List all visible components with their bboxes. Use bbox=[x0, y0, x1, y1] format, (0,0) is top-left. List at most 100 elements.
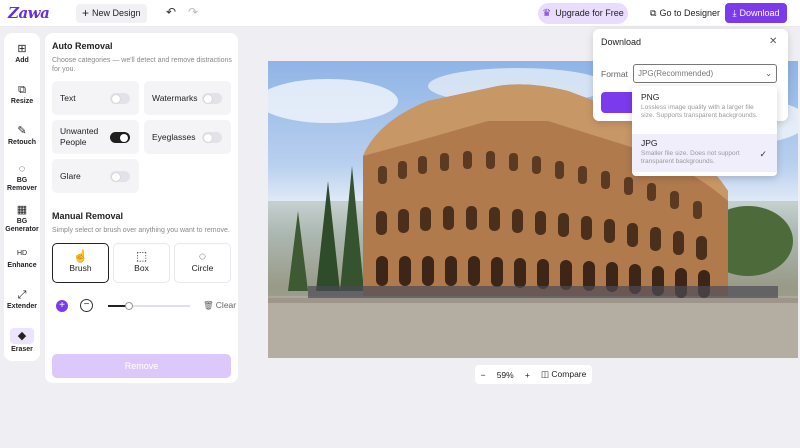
zoom-level: 59% bbox=[496, 369, 514, 380]
format-option-png[interactable]: PNG Lossless image quality with a larger… bbox=[632, 92, 777, 132]
zoom-bar: − 59% + ◫ Compare bbox=[475, 365, 592, 384]
option-glare[interactable]: Glare bbox=[52, 159, 139, 193]
remove-button[interactable]: Remove bbox=[52, 354, 231, 378]
tool-label: BG Generator bbox=[5, 218, 39, 233]
eraser-panel: Auto Removal Choose categories — we'll d… bbox=[45, 33, 238, 383]
tool-enhance[interactable]: HD Enhance bbox=[4, 248, 40, 269]
designer-icon: ⧉ bbox=[650, 8, 657, 18]
trash-icon: 🗑 bbox=[203, 300, 214, 310]
manual-removal-title: Manual Removal bbox=[52, 211, 124, 221]
option-unwanted-people[interactable]: Unwanted People bbox=[52, 120, 139, 154]
zoom-out-button[interactable]: − bbox=[481, 370, 486, 380]
brush-size-decrease-icon[interactable]: − bbox=[80, 299, 93, 312]
tool-retouch[interactable]: ✎ Retouch bbox=[4, 125, 40, 146]
brush-size-slider[interactable] bbox=[108, 302, 190, 310]
tool-extender[interactable]: ⤢ Extender bbox=[4, 289, 40, 310]
option-watermarks[interactable]: Watermarks bbox=[144, 81, 231, 115]
chevron-down-icon: ⌄ bbox=[765, 69, 772, 78]
toggle-text[interactable] bbox=[110, 93, 130, 104]
tool-label: Add bbox=[15, 57, 29, 64]
redo-icon[interactable]: ↷ bbox=[188, 5, 198, 19]
hand-icon: ☝ bbox=[73, 249, 88, 263]
format-option-desc: Lossless image quality with a larger fil… bbox=[641, 104, 758, 119]
upgrade-button[interactable]: ♛ Upgrade for Free bbox=[538, 3, 628, 24]
eraser-icon: ◆ bbox=[10, 328, 34, 344]
new-design-label: New Design bbox=[92, 8, 141, 18]
tool-resize[interactable]: ⧉ Resize bbox=[4, 84, 40, 105]
dialog-title: Download bbox=[601, 37, 642, 47]
go-to-designer-button[interactable]: ⧉ Go to Designer bbox=[646, 4, 724, 23]
manual-removal-desc: Simply select or brush over anything you… bbox=[52, 227, 230, 234]
download-button[interactable]: ⤓ Download bbox=[725, 3, 787, 23]
crown-icon: ♛ bbox=[542, 8, 552, 19]
toggle-unwanted-people[interactable] bbox=[110, 132, 130, 143]
toggle-glare[interactable] bbox=[110, 171, 130, 182]
circle-icon: ◌ bbox=[198, 249, 207, 263]
bg-remover-icon: ◌ bbox=[18, 163, 26, 175]
clear-label: Clear bbox=[215, 300, 237, 310]
format-option-name: JPG bbox=[641, 138, 658, 148]
tool-rail: ⊞ Add ⧉ Resize ✎ Retouch ◌ BG Remover ▦ … bbox=[4, 33, 40, 361]
format-recommended-note: (Recommended) bbox=[653, 69, 714, 78]
mode-label: Circle bbox=[191, 263, 214, 273]
download-label: Download bbox=[739, 8, 780, 18]
tool-label: Enhance bbox=[7, 262, 37, 269]
format-label: Format bbox=[601, 69, 628, 79]
option-label: Glare bbox=[60, 171, 81, 181]
upgrade-label: Upgrade for Free bbox=[555, 8, 624, 18]
tool-add[interactable]: ⊞ Add bbox=[4, 43, 40, 64]
clear-button[interactable]: 🗑 Clear bbox=[203, 300, 236, 311]
add-icon: ⊞ bbox=[17, 43, 27, 55]
toggle-watermarks[interactable] bbox=[202, 93, 222, 104]
option-label: Text bbox=[60, 93, 76, 103]
mode-label: Brush bbox=[69, 263, 92, 273]
slider-thumb[interactable] bbox=[124, 302, 133, 310]
format-option-desc: Smaller file size. Does not support tran… bbox=[641, 150, 740, 165]
mode-brush[interactable]: ☝ Brush bbox=[52, 243, 109, 283]
close-icon[interactable]: ✕ bbox=[769, 36, 777, 47]
tool-label: Eraser bbox=[11, 346, 33, 353]
compare-button[interactable]: ◫ Compare bbox=[541, 369, 586, 380]
mode-circle[interactable]: ◌ Circle bbox=[174, 243, 231, 283]
tool-bg-generator[interactable]: ▦ BG Generator bbox=[4, 204, 40, 234]
undo-icon[interactable]: ↶ bbox=[166, 5, 176, 19]
brush-size-increase-icon[interactable]: + bbox=[56, 300, 68, 312]
tool-label: Resize bbox=[10, 98, 34, 105]
format-dropdown: PNG Lossless image quality with a larger… bbox=[632, 86, 777, 176]
option-eyeglasses[interactable]: Eyeglasses bbox=[144, 120, 231, 154]
go-to-designer-label: Go to Designer bbox=[659, 8, 720, 18]
download-icon: ⤓ bbox=[732, 8, 737, 18]
option-label: Watermarks bbox=[152, 93, 198, 103]
zoom-in-button[interactable]: + bbox=[525, 370, 530, 380]
top-bar: Zawa + New Design ↶ ↷ ♛ Upgrade for Free… bbox=[0, 0, 800, 27]
option-text[interactable]: Text bbox=[52, 81, 139, 115]
tool-bg-remover[interactable]: ◌ BG Remover bbox=[4, 163, 40, 193]
format-select[interactable]: JPG(Recommended) ⌄ bbox=[633, 64, 777, 83]
tool-label: Extender bbox=[7, 303, 37, 310]
format-option-name: PNG bbox=[641, 92, 660, 102]
compare-label: Compare bbox=[551, 369, 587, 379]
option-label: Unwanted People bbox=[60, 126, 99, 147]
format-selected: JPG bbox=[638, 69, 654, 78]
compare-icon: ◫ bbox=[541, 369, 550, 379]
auto-removal-title: Auto Removal bbox=[52, 41, 113, 51]
format-option-jpg[interactable]: JPG Smaller file size. Does not support … bbox=[632, 134, 777, 172]
retouch-icon: ✎ bbox=[17, 125, 27, 137]
tool-label: Retouch bbox=[8, 139, 36, 146]
toggle-eyeglasses[interactable] bbox=[202, 132, 222, 143]
hd-icon: HD bbox=[16, 250, 28, 257]
new-design-button[interactable]: + New Design bbox=[76, 4, 147, 23]
mode-label: Box bbox=[134, 263, 149, 273]
logo[interactable]: Zawa bbox=[8, 4, 50, 22]
bg-generator-icon: ▦ bbox=[16, 204, 28, 216]
auto-removal-desc: Choose categories — we'll detect and rem… bbox=[52, 57, 232, 73]
tool-eraser[interactable]: ◆ Eraser bbox=[4, 328, 40, 353]
box-icon: ⬚ bbox=[135, 249, 148, 263]
tool-label: BG Remover bbox=[7, 177, 37, 192]
extender-icon: ⤢ bbox=[17, 289, 27, 301]
mode-box[interactable]: ⬚ Box bbox=[113, 243, 170, 283]
check-icon: ✓ bbox=[759, 149, 767, 159]
resize-icon: ⧉ bbox=[18, 84, 26, 96]
option-label: Eyeglasses bbox=[152, 132, 196, 142]
plus-icon: + bbox=[82, 6, 90, 20]
